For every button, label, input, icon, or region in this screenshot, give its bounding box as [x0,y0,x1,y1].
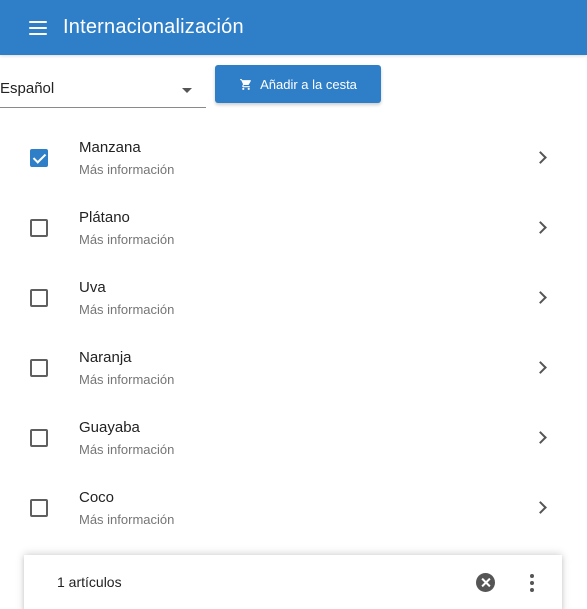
list-item[interactable]: Manzana Más información [0,123,587,193]
item-subtitle: Más información [79,232,175,247]
item-subtitle: Más información [79,512,175,527]
item-title: Plátano [79,209,130,226]
item-checkbox[interactable] [30,289,48,307]
selection-count: 1 artículos [57,574,122,590]
app-bar: Internacionalización [0,0,587,55]
app-title: Internacionalización [63,16,244,38]
list-item[interactable]: Naranja Más información [0,333,587,403]
language-select-value: Español [0,80,55,97]
chevron-right-icon[interactable] [534,291,547,304]
item-title: Naranja [79,349,132,366]
item-subtitle: Más información [79,302,175,317]
chevron-right-icon[interactable] [534,151,547,164]
chevron-right-icon[interactable] [534,361,547,374]
item-subtitle: Más información [79,162,175,177]
item-checkbox[interactable] [30,429,48,447]
item-checkbox[interactable] [30,499,48,517]
list-item[interactable]: Guayaba Más información [0,403,587,473]
item-checkbox[interactable] [30,219,48,237]
item-title: Manzana [79,139,141,156]
chevron-right-icon[interactable] [534,431,547,444]
cart-icon [240,78,251,90]
add-to-cart-button[interactable]: Añadir a la cesta [215,65,381,103]
clear-icon[interactable] [476,573,495,592]
list-item[interactable]: Uva Más información [0,263,587,333]
more-vert-icon[interactable] [529,574,535,592]
item-subtitle: Más información [79,372,175,387]
selection-bar: 1 artículos [24,555,562,609]
item-subtitle: Más información [79,442,175,457]
item-title: Coco [79,489,115,506]
add-to-cart-label: Añadir a la cesta [260,76,357,92]
fruit-list: Manzana Más información Plátano Más info… [0,123,587,543]
chevron-right-icon[interactable] [534,221,547,234]
item-title: Guayaba [79,419,140,436]
item-checkbox[interactable] [30,359,48,377]
chevron-right-icon[interactable] [534,501,547,514]
language-select[interactable]: Español [0,68,206,108]
list-item[interactable]: Coco Más información [0,473,587,543]
item-title: Uva [79,279,106,296]
list-item[interactable]: Plátano Más información [0,193,587,263]
item-checkbox[interactable] [30,149,48,167]
toolbar: Español Añadir a la cesta [0,64,587,108]
menu-icon[interactable] [29,20,47,35]
dropdown-arrow-icon [182,88,192,93]
